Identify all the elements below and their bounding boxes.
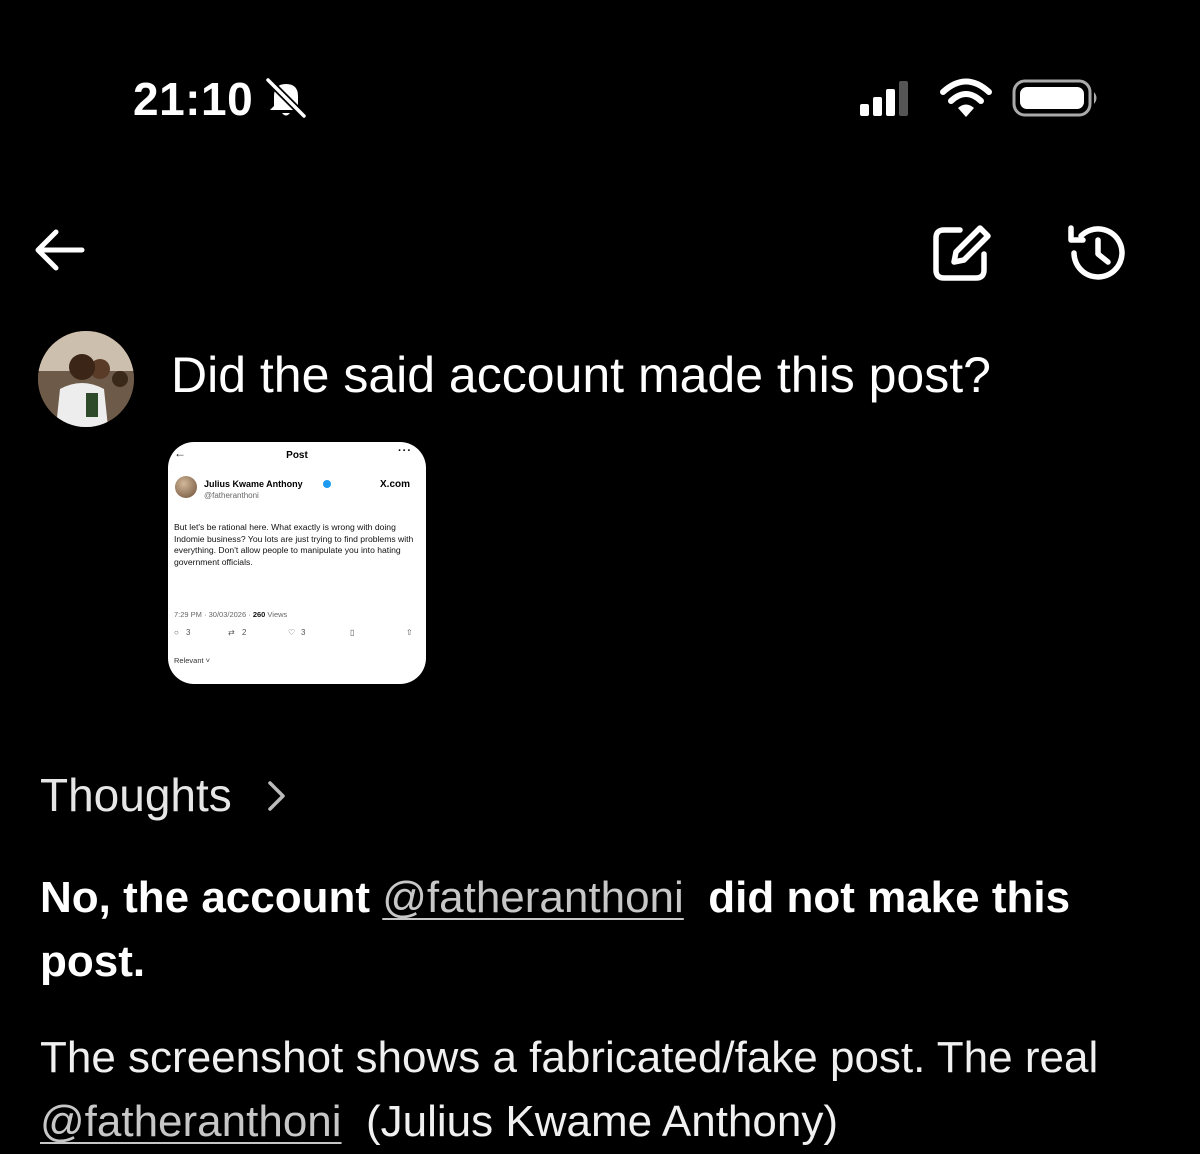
history-icon[interactable] <box>1064 222 1130 284</box>
thumb-author-avatar <box>175 476 197 498</box>
thumb-reply-count: 3 <box>186 628 191 637</box>
thumb-watermark: X.com <box>380 479 411 490</box>
thumb-like-icon: ♡ <box>288 628 296 637</box>
thumb-share-icon: ⇧ <box>406 628 413 637</box>
thumb-bookmark-icon: ▯ <box>350 628 355 637</box>
edit-icon[interactable] <box>930 222 994 284</box>
thumb-post-meta: 7:29 PM · 30/03/2026 · 260 Views <box>174 610 287 619</box>
answer-handle-link[interactable]: @fatheranthoni <box>382 873 684 922</box>
thumb-verified-badge-icon <box>323 480 331 488</box>
thumb-author-handle: @fatheranthoni <box>204 491 259 500</box>
answer-prefix: No, the account <box>40 873 383 922</box>
signal-icon <box>860 81 908 116</box>
thumb-repost-icon: ⇄ <box>228 628 235 637</box>
thumb-sort-label: Relevant ˅ <box>174 656 211 665</box>
wifi-icon <box>940 78 992 117</box>
thumb-timestamp: 7:29 PM · 30/03/2026 · <box>174 610 251 619</box>
thumb-reply-icon: ○ <box>174 628 179 637</box>
thumb-like-count: 3 <box>301 628 306 637</box>
thumb-post-body: But let's be rational here. What exactly… <box>174 522 414 567</box>
paragraph-prefix: The screenshot shows a fabricated/fake p… <box>40 1033 1099 1082</box>
paragraph-handle-link[interactable]: @fatheranthoni <box>40 1097 342 1146</box>
answer-text: No, the account @fatheranthoni did not m… <box>40 866 1160 994</box>
back-arrow-icon[interactable] <box>32 226 88 274</box>
bell-slash-icon <box>265 77 307 119</box>
thumb-more-icon: ··· <box>398 445 412 457</box>
user-avatar <box>38 331 134 427</box>
response-paragraph: The screenshot shows a fabricated/fake p… <box>40 1026 1170 1154</box>
user-message-text: Did the said account made this post? <box>171 347 991 403</box>
thumb-author-name: Julius Kwame Anthony <box>204 479 303 489</box>
thumb-repost-count: 2 <box>242 628 247 637</box>
paragraph-suffix: (Julius Kwame Anthony) <box>341 1097 838 1146</box>
battery-icon <box>1012 79 1097 117</box>
thumb-action-bar: ○ 3 ⇄ 2 ♡ 3 ▯ ⇧ <box>174 628 420 642</box>
thoughts-toggle[interactable]: Thoughts <box>40 768 232 822</box>
thumb-views-count: 260 <box>252 610 266 619</box>
chevron-right-icon[interactable] <box>262 778 290 814</box>
thumb-views-label: Views <box>267 610 288 619</box>
status-time: 21:10 <box>133 73 254 125</box>
thumb-header-title: Post <box>286 450 308 461</box>
attached-screenshot[interactable]: ← Post ··· Julius Kwame Anthony @fathera… <box>168 442 426 684</box>
